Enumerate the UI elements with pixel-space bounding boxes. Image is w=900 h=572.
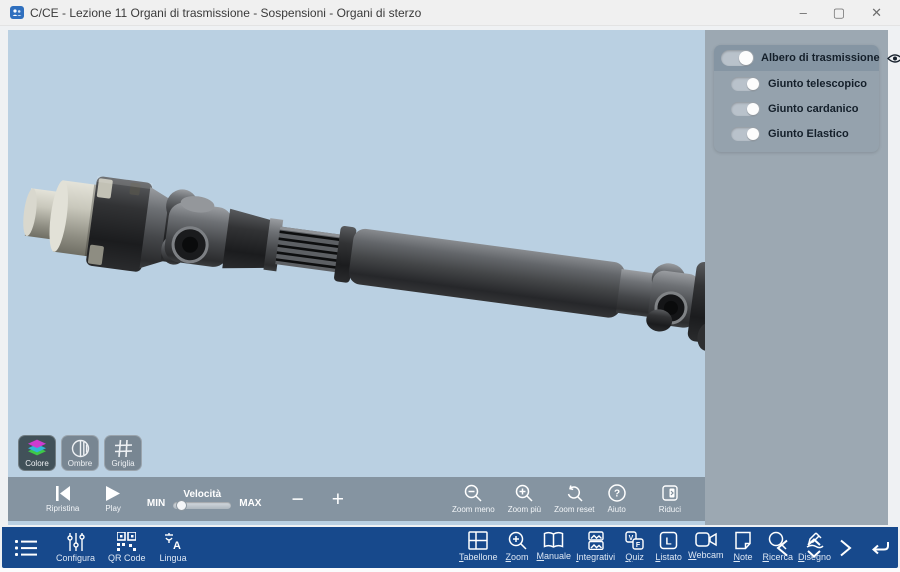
board-grid-icon [468,531,488,550]
speed-slider[interactable] [173,502,231,509]
viewport-3d[interactable]: Colore Ombre Griglia [8,30,705,525]
colore-button[interactable]: Colore [18,435,56,471]
ripristina-button[interactable]: Ripristina [46,486,79,513]
listato-button[interactable]: L Listato [654,531,683,562]
sidebar: Albero di trasmissione Giunto telescopic… [705,30,888,525]
griglia-button[interactable]: Griglia [104,435,142,471]
bullet-list-icon [15,539,37,557]
ombre-label: Ombre [68,459,92,468]
note-button[interactable]: Note [728,531,757,562]
speed-max-label: MAX [239,498,261,509]
albero-toggle[interactable] [721,50,754,66]
skip-start-icon [55,486,71,501]
riduci-button[interactable]: Riduci [659,484,681,514]
app-icon [10,6,24,19]
chevron-up-down-icon[interactable] [806,538,822,558]
layer-row-giunto-telescopico: Giunto telescopico [714,71,879,96]
chevron-right-icon[interactable] [839,539,852,557]
speed-min-label: MIN [147,498,165,509]
zoom-reset-button[interactable]: Zoom reset [554,484,594,514]
velocita-label: Velocità [183,489,221,500]
zoom-in-button[interactable]: Zoom più [508,484,541,514]
quiz-button[interactable]: V F Quiz [620,531,649,562]
zoom-button[interactable]: Zoom [503,531,532,562]
zoom-in-icon [515,484,533,502]
maximize-button[interactable]: ▢ [833,6,845,19]
lingua-button[interactable]: A Lingua [159,532,188,563]
window-title: C/CE - Lezione 11 Organi di trasmissione… [30,6,421,20]
svg-text:A: A [173,540,181,551]
tabellone-button[interactable]: Tabellone [459,531,498,562]
giunto-elastico-toggle[interactable] [731,127,760,141]
title-bar: C/CE - Lezione 11 Organi di trasmissione… [0,0,900,26]
speed-decrease-button[interactable]: − [291,489,303,510]
giunto-cardanico-toggle[interactable] [731,102,760,116]
giunto-telescopico-toggle[interactable] [731,77,760,91]
play-icon [106,486,120,501]
render-mode-buttons: Colore Ombre Griglia [18,435,142,471]
sphere-shading-icon [71,438,90,458]
configura-button[interactable]: Configura [56,532,95,563]
integrativi-button[interactable]: Integrativi [576,531,615,562]
help-icon: ? [608,484,626,502]
zoom-controls: Zoom meno Zoom più Zoom reset [452,484,681,514]
letter-l-box-icon: L [659,531,678,550]
ombre-button[interactable]: Ombre [61,435,99,471]
qr-code-button[interactable]: QR Code [108,532,146,563]
color-layers-icon [26,438,48,458]
true-false-boxes-icon: V F [625,531,644,550]
layers-panel: Albero di trasmissione Giunto telescopic… [714,45,879,152]
minimize-button[interactable]: – [800,6,807,19]
zoom-in-icon [508,531,527,550]
bottom-toolbar: Configura QR Code A Lingua [2,527,898,568]
return-arrow-icon[interactable] [869,539,891,557]
griglia-label: Griglia [111,459,134,468]
grid-icon [114,438,133,458]
stacked-images-icon [587,531,605,550]
eye-icon[interactable] [887,53,900,64]
chevron-left-icon[interactable] [776,539,789,557]
window-bottom-edge [0,568,900,572]
translate-icon: A [164,532,183,551]
zoom-out-button[interactable]: Zoom meno [452,484,495,514]
zoom-reset-icon [565,484,583,502]
svg-text:F: F [636,542,641,549]
speed-slider-knob[interactable] [176,500,187,511]
menu-button[interactable] [15,539,37,557]
qr-code-icon [117,532,136,551]
webcam-button[interactable]: Webcam [688,531,723,562]
layer-row-giunto-cardanico: Giunto cardanico [714,96,879,121]
colore-label: Colore [25,459,49,468]
speed-control: MIN Velocità MAX [147,489,262,509]
aiuto-button[interactable]: ? Aiuto [608,484,626,514]
sliders-icon [67,532,85,551]
open-book-icon [543,531,564,549]
albero-label: Albero di trasmissione [761,52,880,64]
layer-row-giunto-elastico: Giunto Elastico [714,121,879,146]
svg-text:?: ? [614,489,620,500]
speed-increase-button[interactable]: + [332,489,344,510]
zoom-out-icon [464,484,482,502]
layers-panel-header: Albero di trasmissione [714,45,879,71]
video-camera-icon [695,531,717,548]
note-page-icon [734,531,752,550]
svg-text:L: L [666,537,672,548]
play-button[interactable]: Play [105,486,121,513]
close-button[interactable]: ✕ [871,6,882,19]
manuale-button[interactable]: Manuale [537,531,572,562]
playback-bar: Ripristina Play MIN Velocità MAX − + [8,477,705,521]
collapse-panel-icon [661,484,679,502]
